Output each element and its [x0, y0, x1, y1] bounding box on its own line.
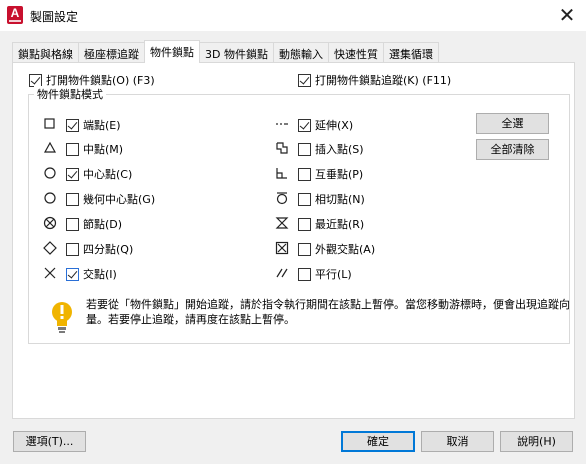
nearest-checkbox[interactable] — [298, 217, 311, 231]
apparent-intersection-checkbox[interactable] — [298, 242, 311, 256]
mode-tangent[interactable]: 相切點(N) — [298, 190, 365, 208]
perpendicular-checkbox[interactable] — [298, 167, 311, 181]
tab-selection-cycling[interactable]: 選集循環 — [382, 42, 439, 63]
geometric-center-label: 幾何中心點(G) — [83, 193, 156, 206]
circle-icon — [43, 191, 57, 205]
geometric-center-checkbox[interactable] — [66, 192, 79, 206]
mode-nearest[interactable]: 最近點(R) — [298, 215, 364, 233]
intersection-checkbox[interactable] — [66, 267, 79, 281]
mode-apparent-intersection[interactable]: 外觀交點(A) — [298, 240, 375, 258]
hint-text: 若要從「物件鎖點」開始追蹤，請於指令執行期間在該點上暫停。當您移動游標時，便會出… — [86, 298, 570, 326]
parallel-label: 平行(L) — [315, 268, 352, 281]
mode-quadrant[interactable]: 四分點(Q) — [66, 240, 133, 258]
extension-checkbox[interactable] — [298, 118, 311, 132]
perpendicular-label: 互垂點(P) — [315, 168, 364, 181]
mode-intersection[interactable]: 交點(I) — [66, 265, 117, 283]
mode-center[interactable]: 中心點(C) — [66, 165, 132, 183]
insertion-checkbox[interactable] — [298, 142, 311, 156]
tangent-icon — [275, 191, 289, 205]
cancel-button[interactable]: 取消 — [421, 431, 494, 452]
mode-extension[interactable]: 延伸(X) — [298, 116, 353, 134]
insertion-label: 插入點(S) — [315, 143, 364, 156]
insertion-icon — [275, 141, 289, 155]
lightbulb-icon — [50, 300, 74, 336]
close-icon[interactable]: ✕ — [556, 4, 578, 26]
tab-quick-properties[interactable]: 快速性質 — [327, 42, 384, 63]
osnap-tracking-checkbox[interactable] — [298, 73, 311, 87]
parallel-checkbox[interactable] — [298, 267, 311, 281]
apparent-intersection-label: 外觀交點(A) — [315, 243, 376, 256]
tab-strip: 鎖點與格線 極座標追蹤 物件鎖點 3D 物件鎖點 動態輸入 快速性質 選集循環 — [12, 40, 439, 63]
tab-snap-grid[interactable]: 鎖點與格線 — [12, 42, 79, 63]
perpendicular-icon — [275, 166, 289, 180]
mode-endpoint[interactable]: 端點(E) — [66, 116, 121, 134]
window-title: 製圖設定 — [30, 10, 79, 24]
clear-all-button[interactable]: 全部清除 — [476, 139, 549, 160]
nearest-icon — [275, 216, 289, 230]
center-label: 中心點(C) — [83, 168, 133, 181]
intersection-label: 交點(I) — [83, 268, 117, 281]
tangent-label: 相切點(N) — [315, 193, 365, 206]
mode-node[interactable]: 節點(D) — [66, 215, 122, 233]
osnap-tracking-option[interactable]: 打開物件鎖點追蹤(K) (F11) — [298, 72, 451, 88]
osnap-on-checkbox[interactable] — [29, 73, 42, 87]
triangle-icon — [43, 141, 57, 155]
quadrant-label: 四分點(Q) — [83, 243, 134, 256]
mode-geometric-center[interactable]: 幾何中心點(G) — [66, 190, 155, 208]
extension-icon — [275, 117, 289, 131]
circle-icon — [43, 166, 57, 180]
title-bar: A 製圖設定 ✕ — [0, 0, 586, 31]
options-button[interactable]: 選項(T)... — [13, 431, 86, 452]
mode-parallel[interactable]: 平行(L) — [298, 265, 352, 283]
quadrant-checkbox[interactable] — [66, 242, 79, 256]
extension-label: 延伸(X) — [315, 119, 354, 132]
tab-polar-tracking[interactable]: 極座標追蹤 — [78, 42, 145, 63]
apparent-intersection-icon — [275, 241, 289, 255]
node-checkbox[interactable] — [66, 217, 79, 231]
mode-midpoint[interactable]: 中點(M) — [66, 140, 123, 158]
tab-3d-object-snap[interactable]: 3D 物件鎖點 — [199, 42, 274, 63]
parallel-icon — [275, 266, 289, 280]
midpoint-label: 中點(M) — [83, 143, 124, 156]
osnap-tracking-label: 打開物件鎖點追蹤(K) (F11) — [315, 74, 452, 87]
center-checkbox[interactable] — [66, 167, 79, 181]
select-all-button[interactable]: 全選 — [476, 113, 549, 134]
node-icon — [43, 216, 57, 230]
mode-insertion[interactable]: 插入點(S) — [298, 140, 364, 158]
group-title: 物件鎖點模式 — [34, 86, 106, 102]
tab-dynamic-input[interactable]: 動態輸入 — [272, 42, 329, 63]
cross-icon — [43, 266, 57, 280]
ok-button[interactable]: 確定 — [341, 431, 415, 452]
diamond-icon — [43, 241, 57, 255]
help-button[interactable]: 說明(H) — [500, 431, 573, 452]
midpoint-checkbox[interactable] — [66, 142, 79, 156]
mode-perpendicular[interactable]: 互垂點(P) — [298, 165, 363, 183]
endpoint-checkbox[interactable] — [66, 118, 79, 132]
tangent-checkbox[interactable] — [298, 192, 311, 206]
app-icon: A — [7, 6, 23, 24]
node-label: 節點(D) — [83, 218, 123, 231]
tab-object-snap[interactable]: 物件鎖點 — [144, 40, 200, 63]
endpoint-label: 端點(E) — [83, 119, 121, 132]
nearest-label: 最近點(R) — [315, 218, 365, 231]
square-icon — [43, 117, 57, 131]
